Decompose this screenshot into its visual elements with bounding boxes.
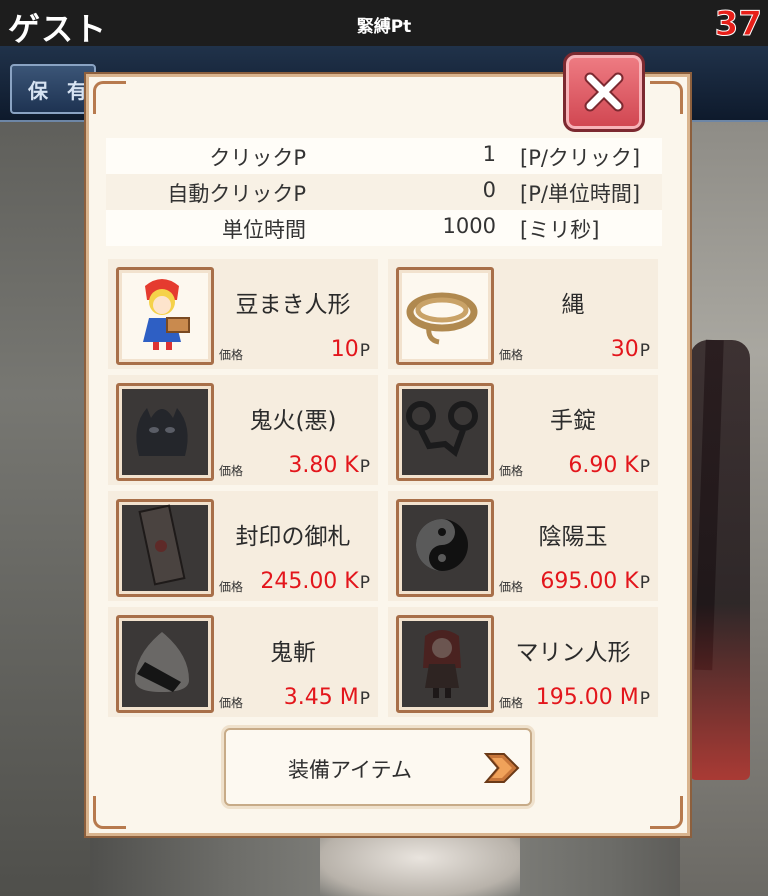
price-label: 価格: [499, 464, 524, 478]
price-suffix: P: [639, 573, 650, 593]
item-price: 245.00 KP: [260, 569, 370, 594]
item-price: 3.45 MP: [284, 685, 370, 710]
tab-owned-label: 保 有: [28, 79, 93, 103]
item-name: 縄: [561, 292, 585, 318]
item-price: 3.80 KP: [288, 453, 370, 478]
item-card-handcuffs[interactable]: 手錠 価格 6.90 KP: [388, 375, 658, 485]
item-card-onigiri[interactable]: 鬼斬 価格 3.45 MP: [108, 607, 378, 717]
stat-row-auto-click: 自動クリックP 0 [P/単位時間]: [106, 174, 662, 210]
price-label: 価格: [219, 696, 244, 710]
item-price: 695.00 KP: [540, 569, 650, 594]
price-value: 30: [610, 337, 639, 362]
price-value: 3.80 K: [288, 453, 359, 478]
item-price: 195.00 MP: [536, 685, 650, 710]
demon-fire-icon: [116, 383, 214, 481]
yin-yang-orb-icon: [396, 499, 494, 597]
stats-table: クリックP 1 [P/クリック] 自動クリックP 0 [P/単位時間] 単位時間…: [106, 138, 662, 246]
price-suffix: P: [359, 457, 370, 477]
stat-value: 1000: [442, 214, 496, 238]
stat-unit: [ミリ秒]: [520, 218, 600, 242]
price-label: 価格: [499, 696, 524, 710]
item-card-marine-doll[interactable]: マリン人形 価格 195.00 MP: [388, 607, 658, 717]
item-card-mamemaki-doll[interactable]: 豆まき人形 価格 10P: [108, 259, 378, 369]
item-name: マリン人形: [515, 640, 631, 666]
handcuffs-icon: [396, 383, 494, 481]
stat-row-unit-time: 単位時間 1000 [ミリ秒]: [106, 210, 662, 246]
background-wall: [0, 60, 90, 896]
stat-label: 単位時間: [222, 218, 306, 242]
equip-items-label: 装備アイテム: [288, 758, 412, 782]
doll-girl-icon: [116, 267, 214, 365]
panel-corner-ornament: [93, 796, 126, 829]
arrow-right-icon: [483, 753, 520, 783]
price-suffix: P: [359, 689, 370, 709]
points-label: 緊縛Pt: [356, 17, 412, 37]
price-suffix: P: [639, 689, 650, 709]
rope-icon: [396, 267, 494, 365]
tab-owned[interactable]: 保 有: [10, 64, 96, 114]
item-name: 陰陽玉: [538, 524, 608, 550]
item-name: 鬼斬: [270, 640, 316, 666]
price-label: 価格: [219, 348, 244, 362]
price-suffix: P: [639, 341, 650, 361]
points-value: 37: [714, 4, 762, 45]
stat-unit: [P/クリック]: [520, 146, 641, 170]
price-value: 245.00 K: [260, 569, 359, 594]
background-character: [690, 340, 750, 780]
item-price: 30P: [611, 337, 650, 362]
marine-doll-icon: [396, 615, 494, 713]
price-value: 6.90 K: [568, 453, 639, 478]
equip-items-button[interactable]: 装備アイテム: [224, 728, 532, 806]
close-button[interactable]: [563, 52, 645, 132]
item-name: 鬼火(悪): [249, 408, 337, 434]
panel-corner-ornament: [650, 796, 683, 829]
stat-row-click: クリックP 1 [P/クリック]: [106, 138, 662, 174]
price-label: 価格: [499, 348, 524, 362]
price-value: 195.00 M: [535, 685, 639, 710]
price-label: 価格: [499, 580, 524, 594]
stat-label: クリックP: [209, 146, 306, 170]
panel-corner-ornament: [93, 81, 126, 114]
stat-label: 自動クリックP: [167, 182, 306, 206]
item-card-yin-yang-orb[interactable]: 陰陽玉 価格 695.00 KP: [388, 491, 658, 601]
panel-corner-ornament: [650, 81, 683, 114]
price-suffix: P: [359, 573, 370, 593]
item-price: 10P: [331, 337, 370, 362]
item-price: 6.90 KP: [568, 453, 650, 478]
item-card-demon-fire[interactable]: 鬼火(悪) 価格 3.80 KP: [108, 375, 378, 485]
stat-unit: [P/単位時間]: [520, 182, 641, 206]
price-value: 10: [330, 337, 359, 362]
price-suffix: P: [639, 457, 650, 477]
item-card-rope[interactable]: 縄 価格 30P: [388, 259, 658, 369]
item-name: 手錠: [550, 408, 596, 434]
close-icon: [584, 72, 624, 112]
onigiri-icon: [116, 615, 214, 713]
price-suffix: P: [359, 341, 370, 361]
stat-value: 0: [482, 178, 496, 202]
price-value: 3.45 M: [283, 685, 359, 710]
price-label: 価格: [219, 580, 244, 594]
item-name: 封印の御札: [235, 524, 351, 550]
price-value: 695.00 K: [540, 569, 639, 594]
item-name: 豆まき人形: [235, 292, 351, 318]
seal-talisman-icon: [116, 499, 214, 597]
stat-value: 1: [482, 142, 496, 166]
item-card-seal-talisman[interactable]: 封印の御札 価格 245.00 KP: [108, 491, 378, 601]
top-bar: ゲスト 緊縛Pt 37: [0, 0, 768, 48]
price-label: 価格: [219, 464, 244, 478]
